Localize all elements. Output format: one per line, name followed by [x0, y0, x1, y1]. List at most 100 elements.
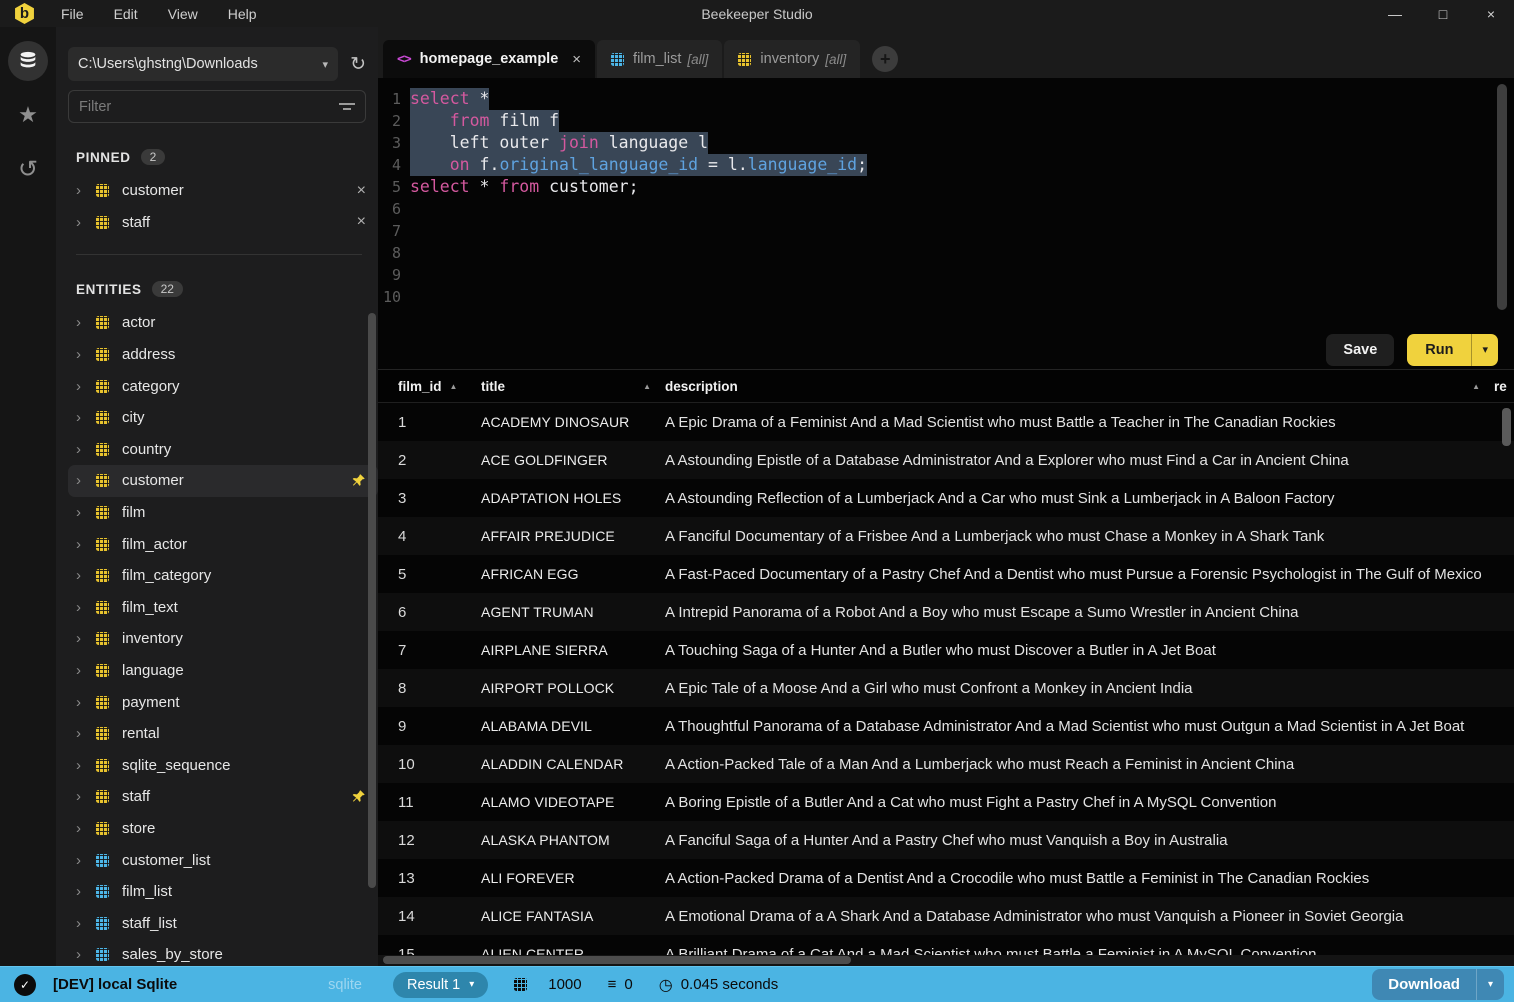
entity-item-sqlite_sequence[interactable]: › sqlite_sequence	[68, 750, 378, 782]
table-row[interactable]: 15 ALIEN CENTER A Brilliant Drama of a Cat…	[378, 935, 1514, 955]
sidebar-scrollbar[interactable]	[368, 313, 376, 888]
history-button[interactable]: ↺	[8, 149, 48, 189]
table-row[interactable]: 12 ALASKA PHANTOM A Fanciful Saga of a Hun…	[378, 821, 1514, 859]
column-header-release-year[interactable]: re	[1494, 379, 1514, 394]
refresh-icon[interactable]: ↻	[350, 53, 366, 76]
filter-input[interactable]	[79, 98, 339, 115]
chevron-right-icon[interactable]: ›	[76, 314, 96, 331]
close-button[interactable]: ×	[1482, 6, 1500, 22]
column-header-description[interactable]: description ▲	[665, 379, 1494, 394]
run-button[interactable]: Run	[1407, 334, 1471, 366]
chevron-right-icon[interactable]: ›	[76, 694, 96, 711]
table-row[interactable]: 10 ALADDIN CALENDAR A Action-Packed Tale o…	[378, 745, 1514, 783]
entity-item-film[interactable]: › film	[68, 497, 378, 529]
pinned-item-customer[interactable]: › customer ×	[68, 175, 378, 207]
table-row[interactable]: 11 ALAMO VIDEOTAPE A Boring Epistle of a B…	[378, 783, 1514, 821]
entity-item-store[interactable]: › store	[68, 813, 378, 845]
save-button[interactable]: Save	[1326, 333, 1395, 366]
chevron-right-icon[interactable]: ›	[76, 567, 96, 584]
menu-item-file[interactable]: File	[61, 6, 84, 22]
download-button[interactable]: Download	[1372, 969, 1476, 1000]
chevron-right-icon[interactable]: ›	[76, 214, 96, 231]
sql-editor[interactable]: 1 select * 2 from film f3 left outer join …	[378, 78, 1514, 330]
table-row[interactable]: 3 ADAPTATION HOLES A Astounding Reflection…	[378, 479, 1514, 517]
table-row[interactable]: 1 ACADEMY DINOSAUR A Epic Drama of a Femin…	[378, 403, 1514, 441]
entity-item-film_actor[interactable]: › film_actor	[68, 528, 378, 560]
entity-item-language[interactable]: › language	[68, 655, 378, 687]
entity-item-rental[interactable]: › rental	[68, 718, 378, 750]
chevron-right-icon[interactable]: ›	[76, 472, 96, 489]
entity-item-city[interactable]: › city	[68, 402, 378, 434]
table-row[interactable]: 2 ACE GOLDFINGER A Astounding Epistle of a…	[378, 441, 1514, 479]
chevron-right-icon[interactable]: ›	[76, 915, 96, 932]
table-row[interactable]: 6 AGENT TRUMAN A Intrepid Panorama of a Ro…	[378, 593, 1514, 631]
table-row[interactable]: 9 ALABAMA DEVIL A Thoughtful Panorama of a…	[378, 707, 1514, 745]
favorites-button[interactable]: ★	[8, 95, 48, 135]
table-horizontal-scrollbar[interactable]	[383, 956, 851, 964]
unpin-close-icon[interactable]: ×	[357, 213, 366, 231]
maximize-button[interactable]: □	[1434, 6, 1452, 22]
chevron-right-icon[interactable]: ›	[76, 378, 96, 395]
table-row[interactable]: 8 AIRPORT POLLOCK A Epic Tale of a Moose A…	[378, 669, 1514, 707]
chevron-right-icon[interactable]: ›	[76, 599, 96, 616]
entity-item-actor[interactable]: › actor	[68, 307, 378, 339]
download-options-caret[interactable]: ▾	[1477, 969, 1504, 1000]
app-logo-icon: b	[15, 3, 34, 24]
chevron-down-icon: ▾	[469, 979, 475, 990]
cell-description: A Thoughtful Panorama of a Database Admi…	[665, 717, 1465, 735]
unpin-close-icon[interactable]: ×	[357, 182, 366, 200]
chevron-right-icon[interactable]: ›	[76, 346, 96, 363]
chevron-right-icon[interactable]: ›	[76, 182, 96, 199]
menu-item-view[interactable]: View	[168, 6, 198, 22]
run-options-caret[interactable]: ▾	[1472, 334, 1498, 366]
entity-item-customer_list[interactable]: › customer_list	[68, 844, 378, 876]
column-header-title[interactable]: title ▲	[481, 379, 665, 394]
chevron-right-icon[interactable]: ›	[76, 409, 96, 426]
minimize-button[interactable]: —	[1386, 6, 1404, 22]
menu-item-edit[interactable]: Edit	[114, 6, 138, 22]
tab-film_list[interactable]: film_list [all]	[597, 40, 723, 78]
result-selector-button[interactable]: Result 1 ▾	[393, 971, 489, 998]
entity-item-category[interactable]: › category	[68, 370, 378, 402]
entity-item-address[interactable]: › address	[68, 339, 378, 371]
new-tab-button[interactable]: +	[872, 46, 899, 72]
chevron-right-icon[interactable]: ›	[76, 662, 96, 679]
tab-inventory[interactable]: inventory [all]	[724, 40, 861, 78]
table-row[interactable]: 5 AFRICAN EGG A Fast-Paced Documentary of …	[378, 555, 1514, 593]
entity-item-staff[interactable]: › staff	[68, 781, 378, 813]
entity-item-country[interactable]: › country	[68, 434, 378, 466]
entity-item-payment[interactable]: › payment	[68, 686, 378, 718]
chevron-right-icon[interactable]: ›	[76, 946, 96, 963]
editor-scrollbar[interactable]	[1497, 84, 1507, 310]
menu-item-help[interactable]: Help	[228, 6, 257, 22]
chevron-right-icon[interactable]: ›	[76, 725, 96, 742]
database-panel-button[interactable]	[8, 41, 48, 81]
entity-item-film_list[interactable]: › film_list	[68, 876, 378, 908]
chevron-right-icon[interactable]: ›	[76, 820, 96, 837]
table-row[interactable]: 7 AIRPLANE SIERRA A Touching Saga of a Hun…	[378, 631, 1514, 669]
entity-item-customer[interactable]: › customer	[68, 465, 378, 497]
table-row[interactable]: 4 AFFAIR PREJUDICE A Fanciful Documentary …	[378, 517, 1514, 555]
entity-item-film_text[interactable]: › film_text	[68, 592, 378, 624]
table-vertical-scrollbar[interactable]	[1502, 408, 1511, 446]
table-row[interactable]: 14 ALICE FANTASIA A Emotional Drama of a A…	[378, 897, 1514, 935]
column-header-film-id[interactable]: film_id ▲	[398, 379, 481, 394]
entity-item-film_category[interactable]: › film_category	[68, 560, 378, 592]
chevron-right-icon[interactable]: ›	[76, 788, 96, 805]
entity-item-sales_by_store[interactable]: › sales_by_store	[68, 939, 378, 966]
chevron-right-icon[interactable]: ›	[76, 441, 96, 458]
chevron-right-icon[interactable]: ›	[76, 630, 96, 647]
table-row[interactable]: 13 ALI FOREVER A Action-Packed Drama of a …	[378, 859, 1514, 897]
chevron-right-icon[interactable]: ›	[76, 852, 96, 869]
database-selector[interactable]: C:\Users\ghstng\Downloads ▾	[68, 47, 339, 81]
pinned-item-staff[interactable]: › staff ×	[68, 207, 378, 239]
chevron-right-icon[interactable]: ›	[76, 757, 96, 774]
chevron-right-icon[interactable]: ›	[76, 536, 96, 553]
close-tab-icon[interactable]: ×	[572, 51, 581, 68]
entity-item-staff_list[interactable]: › staff_list	[68, 907, 378, 939]
tab-homepage_example[interactable]: <> homepage_example ×	[383, 40, 596, 78]
main-panel: <> homepage_example × film_list [all] invento…	[378, 27, 1514, 966]
chevron-right-icon[interactable]: ›	[76, 504, 96, 521]
entity-item-inventory[interactable]: › inventory	[68, 623, 378, 655]
chevron-right-icon[interactable]: ›	[76, 883, 96, 900]
